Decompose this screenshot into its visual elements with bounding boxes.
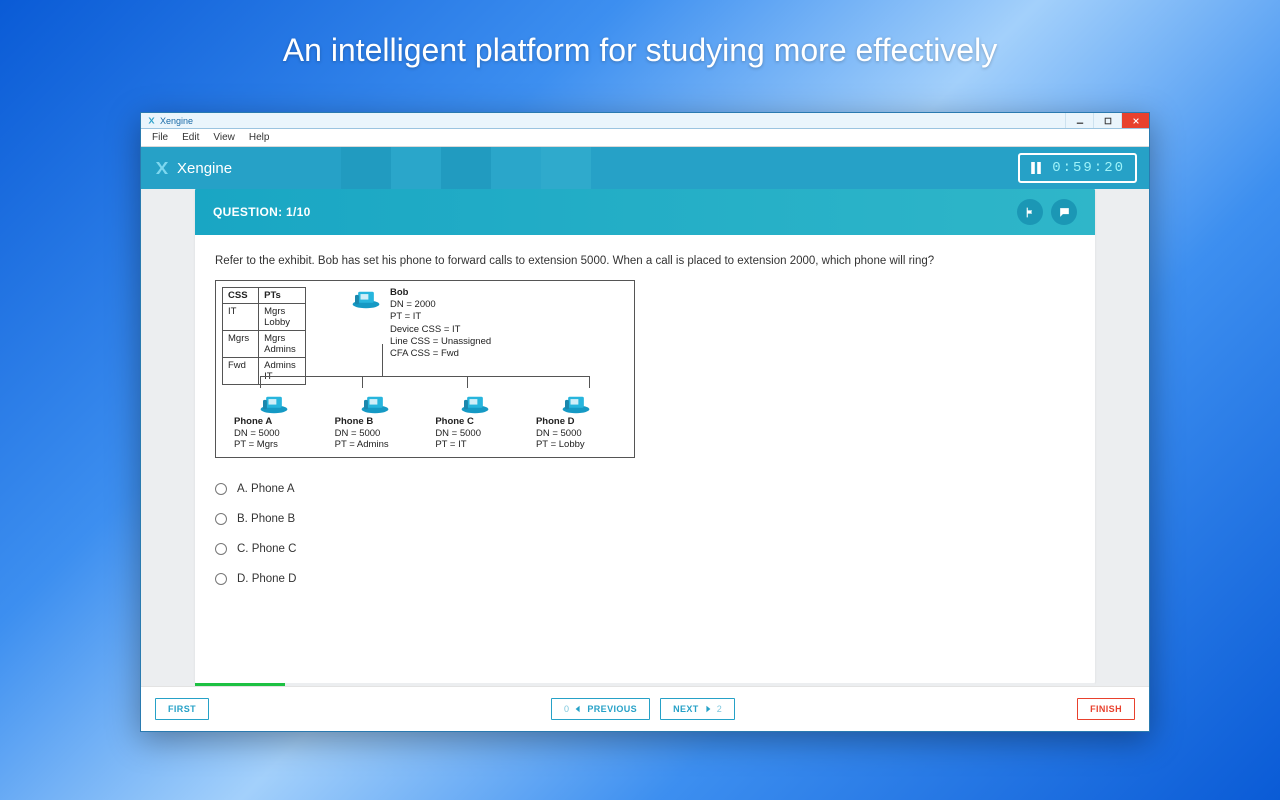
app-window: Xengine File Edit View Help Xengine 0:59… — [140, 112, 1150, 732]
radio-icon — [215, 483, 227, 495]
timer-value: 0:59:20 — [1052, 160, 1125, 176]
question-counter: QUESTION: 1/10 — [213, 205, 311, 219]
radio-icon — [215, 543, 227, 555]
app-brand: Xengine — [153, 159, 232, 177]
finish-button[interactable]: FINISH — [1077, 698, 1135, 720]
window-minimize-button[interactable] — [1065, 113, 1093, 128]
pause-icon — [1030, 162, 1042, 174]
phone-icon — [459, 392, 491, 414]
first-button[interactable]: FIRST — [155, 698, 209, 720]
comment-icon — [1058, 206, 1071, 219]
marketing-tagline: An intelligent platform for studying mor… — [0, 0, 1280, 85]
arrow-left-icon — [574, 705, 582, 713]
brand-text: Xengine — [177, 160, 232, 177]
answer-option[interactable]: B. Phone B — [215, 504, 1075, 534]
question-body: Refer to the exhibit. Bob has set his ph… — [195, 235, 1095, 683]
menu-help[interactable]: Help — [242, 132, 277, 143]
app-logo-icon — [147, 116, 156, 125]
window-maximize-button[interactable] — [1093, 113, 1121, 128]
phone-icon — [560, 392, 592, 414]
menu-file[interactable]: File — [145, 132, 175, 143]
content-stage: QUESTION: 1/10 Refer to the exhibit. Bob… — [141, 189, 1149, 731]
answer-option[interactable]: A. Phone A — [215, 474, 1075, 504]
window-titlebar: Xengine — [141, 113, 1149, 129]
menu-bar: File Edit View Help — [141, 129, 1149, 147]
app-header: Xengine 0:59:20 — [141, 147, 1149, 189]
brand-logo-icon — [153, 159, 171, 177]
answer-label: C. Phone C — [237, 543, 296, 555]
phone-icon — [258, 392, 290, 414]
previous-button[interactable]: 0 PREVIOUS — [551, 698, 650, 720]
flag-icon — [1024, 206, 1037, 219]
timer[interactable]: 0:59:20 — [1018, 153, 1137, 183]
exhibit-phone: Phone CDN = 5000PT = IT — [435, 392, 515, 452]
exhibit-phone: Phone ADN = 5000PT = Mgrs — [234, 392, 314, 452]
question-header: QUESTION: 1/10 — [195, 189, 1095, 235]
next-button[interactable]: NEXT 2 — [660, 698, 735, 720]
question-text: Refer to the exhibit. Bob has set his ph… — [215, 253, 1075, 270]
answer-label: B. Phone B — [237, 513, 295, 525]
radio-icon — [215, 513, 227, 525]
window-close-button[interactable] — [1121, 113, 1149, 128]
comment-button[interactable] — [1051, 199, 1077, 225]
answer-list: A. Phone A B. Phone B C. Phone C D. Phone D — [215, 474, 1075, 594]
exhibit-phone-row: Phone ADN = 5000PT = Mgrs Phone BDN = 500… — [222, 392, 628, 452]
header-decoration — [341, 147, 591, 189]
answer-label: A. Phone A — [237, 483, 295, 495]
menu-view[interactable]: View — [206, 132, 242, 143]
phone-icon — [359, 392, 391, 414]
exhibit-phone: Phone BDN = 5000PT = Admins — [335, 392, 415, 452]
bob-details: Bob DN = 2000 PT = IT Device CSS = IT Li… — [390, 287, 491, 361]
exhibit-diagram: CSSPTs ITMgrs Lobby MgrsMgrs Admins FwdA… — [215, 280, 635, 459]
phone-icon — [350, 287, 382, 309]
answer-label: D. Phone D — [237, 573, 296, 585]
answer-option[interactable]: C. Phone C — [215, 534, 1075, 564]
menu-edit[interactable]: Edit — [175, 132, 206, 143]
exhibit-phone: Phone DDN = 5000PT = Lobby — [536, 392, 616, 452]
answer-option[interactable]: D. Phone D — [215, 564, 1075, 594]
arrow-right-icon — [704, 705, 712, 713]
window-title: Xengine — [160, 116, 193, 126]
flag-button[interactable] — [1017, 199, 1043, 225]
radio-icon — [215, 573, 227, 585]
nav-footer: FIRST 0 PREVIOUS NEXT 2 FINISH — [141, 686, 1149, 731]
question-card: QUESTION: 1/10 Refer to the exhibit. Bob… — [195, 189, 1095, 683]
